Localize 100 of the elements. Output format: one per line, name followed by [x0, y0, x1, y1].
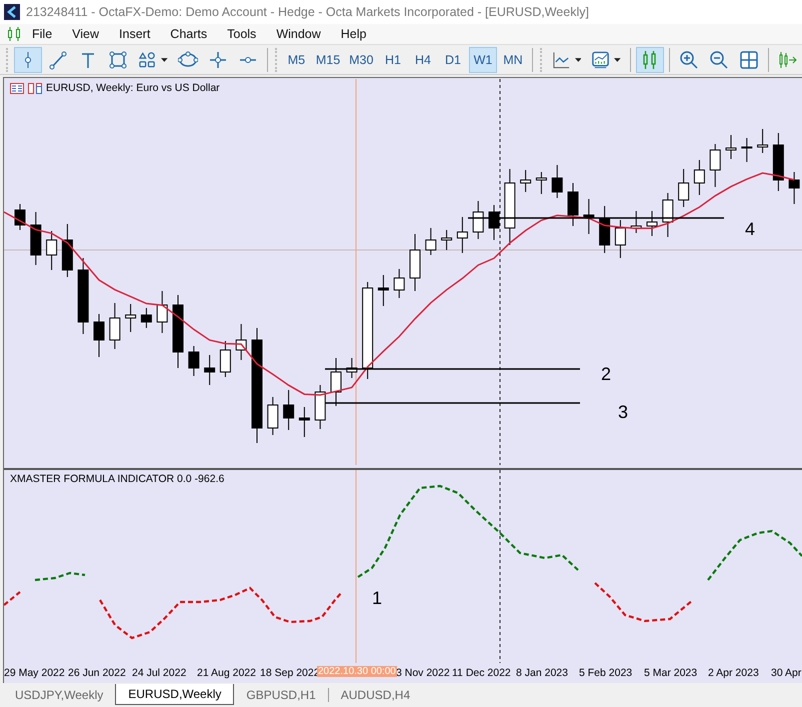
zoom-out-icon	[708, 50, 729, 70]
candle	[646, 210, 658, 236]
date-label: 11 Dec 2022	[452, 667, 511, 679]
date-label: 29 May 2022	[4, 667, 65, 679]
timeframe-button[interactable]: H1	[378, 46, 407, 72]
date-label: 21 Aug 2022	[197, 667, 256, 679]
menu-item[interactable]: Charts	[160, 27, 218, 41]
candle	[125, 304, 136, 332]
window-title: 213248411 - OctaFX-Demo: Demo Account - Hedge - Octa Markets Incorporated - [EURUSD,Weekly]	[26, 5, 589, 19]
candle	[109, 302, 120, 350]
candle	[472, 200, 484, 240]
candle	[94, 314, 104, 358]
annotation-label: 1	[372, 588, 382, 608]
candle	[568, 182, 578, 226]
horizontal-line-icon	[238, 56, 257, 62]
candle	[346, 358, 358, 378]
ellipse-icon	[178, 50, 198, 70]
timeframe-button[interactable]: M15	[312, 46, 344, 72]
candle	[772, 132, 784, 192]
candle	[156, 290, 168, 334]
date-label: 5 Feb 2023	[579, 667, 632, 679]
candle	[283, 390, 294, 430]
candle	[520, 170, 532, 192]
candle	[678, 168, 690, 208]
candle	[394, 268, 405, 298]
candle	[741, 138, 752, 162]
date-label: 2 Apr 2023	[708, 667, 759, 679]
timeframe-button[interactable]: W1	[468, 46, 497, 72]
candle	[788, 172, 800, 204]
list-icon	[10, 82, 24, 94]
chart-tab[interactable]: USDJPY,Weekly	[3, 684, 116, 705]
candle	[140, 308, 152, 328]
menu-item[interactable]: Insert	[109, 27, 160, 41]
menu-item[interactable]: File	[22, 27, 62, 41]
annotation-label: 2	[601, 364, 612, 384]
candle	[314, 384, 326, 430]
caret-icon	[160, 58, 168, 62]
timeframe-button[interactable]: M30	[346, 46, 377, 72]
chart-title: EURUSD, Weekly: Euro vs US Dollar	[46, 82, 220, 94]
date-label: 26 Jun 2022	[68, 667, 126, 679]
candle	[188, 346, 200, 376]
menu-item[interactable]: Help	[330, 27, 376, 41]
candle	[267, 396, 278, 436]
candle	[488, 204, 500, 240]
trend-line-icon	[48, 50, 68, 70]
candle	[757, 128, 768, 154]
indicator-title: XMASTER FORMULA INDICATOR 0.0 -962.6	[10, 473, 224, 485]
cursor-icon	[24, 52, 31, 68]
date-label: 5 Mar 2023	[644, 667, 698, 679]
menu-item[interactable]: Window	[266, 27, 331, 41]
window-icon	[28, 82, 42, 94]
candle	[630, 210, 642, 234]
caret-icon	[574, 58, 582, 62]
shapes-icon	[138, 50, 157, 70]
candle	[46, 230, 58, 270]
candle	[410, 234, 420, 292]
date-label: 24 Jul 2022	[132, 667, 186, 679]
indicator-chart-icon	[591, 50, 610, 70]
candle	[662, 192, 674, 238]
candle	[599, 206, 610, 254]
timeframe-button[interactable]: H4	[408, 46, 437, 72]
crosshair-date-label: 2022.10.30 00:00	[317, 666, 397, 677]
candle	[694, 160, 705, 196]
chart-tab[interactable]: AUDUSD,H4	[328, 684, 422, 705]
cursor-button[interactable]	[14, 46, 42, 72]
tile-windows-icon	[738, 50, 759, 70]
chart-tab[interactable]: EURUSD,Weekly	[115, 684, 234, 705]
menu-item[interactable]: View	[62, 27, 110, 41]
zoom-in-icon	[678, 50, 699, 70]
candle	[425, 228, 436, 256]
annotation-label: 3	[618, 402, 628, 422]
line-chart-icon	[552, 50, 571, 70]
caret-icon	[614, 58, 622, 62]
candle	[536, 172, 547, 194]
candle	[710, 144, 721, 188]
candle	[14, 204, 26, 230]
candle	[62, 224, 73, 278]
candle	[236, 324, 247, 360]
candle	[378, 274, 389, 306]
candlestick-button[interactable]	[636, 46, 664, 72]
candle	[552, 164, 563, 198]
candle	[441, 230, 452, 250]
candle	[298, 406, 310, 438]
candle	[614, 220, 626, 258]
app-icon	[4, 4, 20, 20]
candle	[204, 354, 216, 386]
timeframe-button[interactable]: D1	[438, 46, 467, 72]
candle	[456, 216, 468, 254]
date-label: 30 Apr	[771, 667, 802, 679]
chart-tab[interactable]: GBPUSD,H1	[234, 684, 328, 705]
candle	[583, 198, 594, 234]
rectangle-icon	[108, 50, 128, 70]
timeframe-button[interactable]: MN	[498, 46, 527, 72]
candle	[220, 340, 231, 378]
candle	[726, 134, 736, 160]
timeframe-button[interactable]: M5	[282, 46, 310, 72]
auto-scroll-icon	[778, 50, 798, 70]
annotation-label: 4	[745, 219, 756, 239]
crosshair-icon	[208, 50, 228, 70]
menu-item[interactable]: Tools	[217, 27, 266, 41]
